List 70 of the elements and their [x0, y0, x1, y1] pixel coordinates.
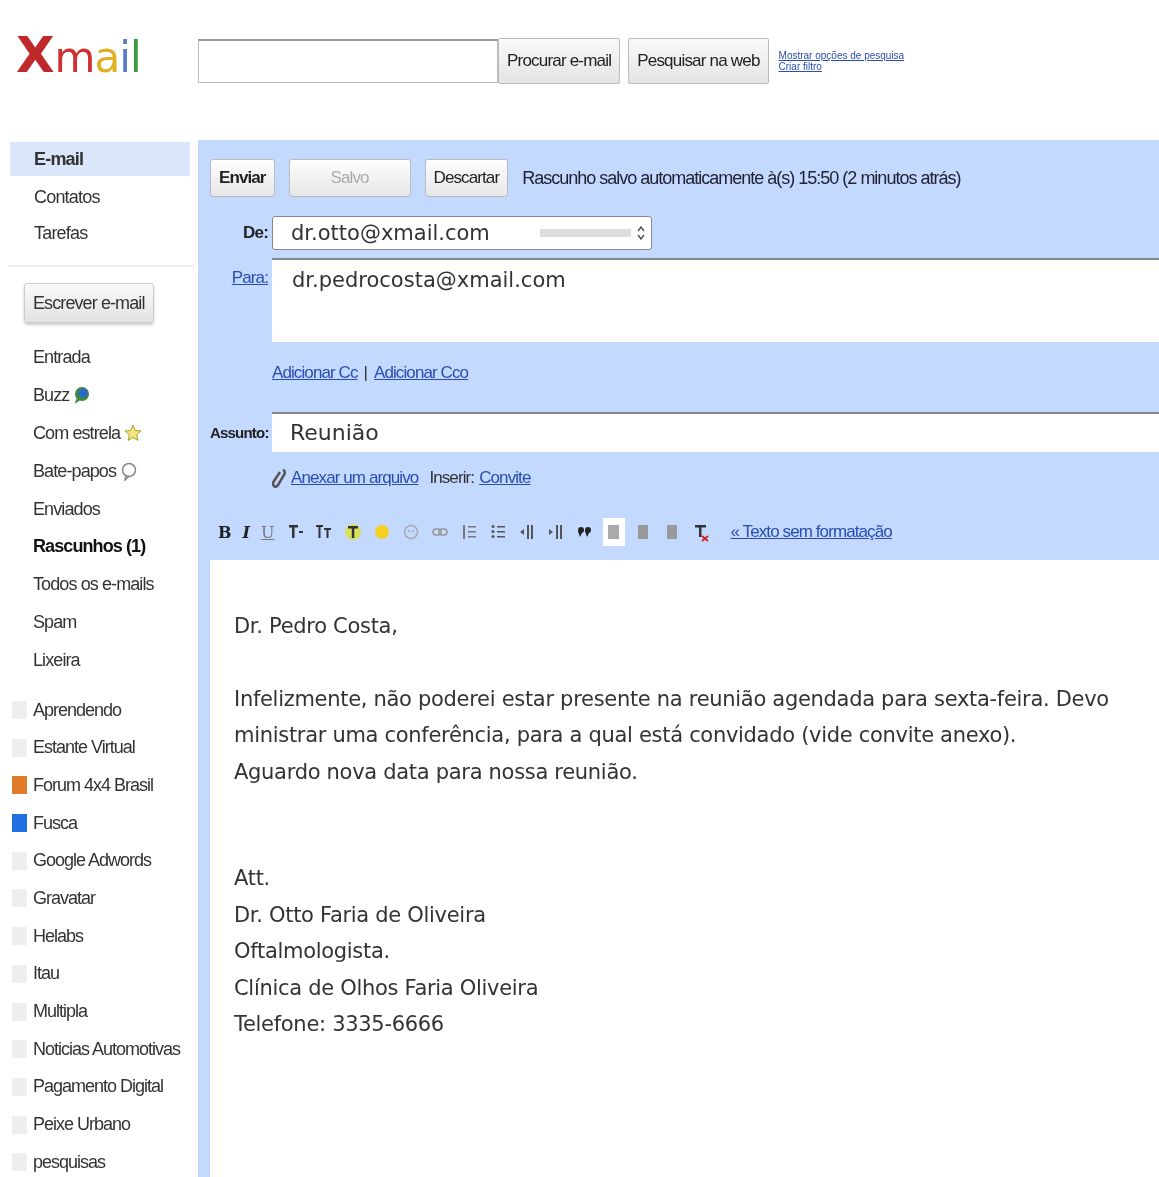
align-left-button[interactable]	[602, 518, 625, 546]
body-text-line: Clínica de Olhos Faria Oliveira	[234, 974, 540, 1002]
star-icon	[124, 424, 143, 443]
body-text-line: Oftalmologista.	[234, 938, 391, 965]
from-select[interactable]: dr.otto@xmail.com	[272, 216, 652, 250]
label-link[interactable]: Pagamento Digital	[33, 1076, 164, 1098]
separator: |	[363, 363, 368, 383]
attach-file-link[interactable]: Anexar um arquivo	[291, 468, 419, 488]
send-button[interactable]: Enviar	[210, 159, 275, 197]
to-field[interactable]: dr.pedrocosta@xmail.com	[272, 258, 1159, 342]
label-link[interactable]: Forum 4x4 Brasil	[33, 774, 154, 796]
label-link[interactable]: Itau	[33, 963, 60, 985]
indent-icon	[546, 522, 565, 542]
label-link[interactable]: Gravatar	[33, 887, 96, 909]
folder-link[interactable]: Rascunhos (1)	[33, 536, 146, 558]
to-link[interactable]: Para:	[210, 258, 268, 288]
text-color-icon	[343, 522, 362, 542]
smiley-icon	[401, 522, 420, 542]
search-field[interactable]	[198, 39, 498, 83]
search-button[interactable]: Pesquisar na web	[628, 38, 769, 84]
invite-link[interactable]: Convite	[479, 468, 531, 488]
plain-text-link[interactable]: « Texto sem formatação	[730, 522, 892, 542]
search-link[interactable]: Criar filtro	[778, 61, 905, 72]
field-label: De:	[242, 223, 268, 243]
italic-button[interactable]: I	[240, 518, 252, 546]
folder-link[interactable]: Com estrela	[33, 423, 121, 444]
add-bcc-link[interactable]: Adicionar Cco	[374, 363, 469, 383]
bold-button[interactable]: B	[216, 518, 234, 546]
body-text-line: Dr. Pedro Costa,	[234, 613, 399, 640]
buzz-icon	[73, 386, 92, 406]
label-link[interactable]: pesquisas	[33, 1151, 106, 1173]
body-text-line: Telefone: 3335-6666	[234, 1011, 445, 1038]
label-link[interactable]: Helabs	[33, 925, 84, 947]
nav-item[interactable]: E-mail	[10, 142, 190, 176]
nav-item[interactable]: Contatos	[10, 179, 190, 215]
subject-field[interactable]: Reunião	[272, 412, 1159, 452]
dropdown-arrows-icon	[637, 226, 645, 240]
compose-button[interactable]: Escrever e-mail	[24, 283, 154, 323]
body-text-line: Att.	[234, 865, 271, 892]
body-text-line: Dr. Otto Faria de Oliveira	[234, 901, 487, 929]
folder-link[interactable]: Spam	[33, 611, 77, 633]
insert-label: Inserir:	[429, 468, 475, 488]
highlight-icon	[372, 522, 391, 542]
folder-link[interactable]: Buzz	[33, 385, 70, 407]
label-link[interactable]: Google Adwords	[33, 850, 152, 872]
discard-button[interactable]: Descartar	[424, 159, 509, 197]
body-text-line: Aguardo nova data para nossa reunião.	[234, 758, 639, 786]
label-link[interactable]: Peixe Urbano	[33, 1114, 131, 1136]
body-text-line: ministrar uma conferência, para a qual está convidado (vide convite anexo).	[234, 722, 1018, 749]
nav-item[interactable]: Tarefas	[10, 215, 190, 251]
label-link[interactable]: Aprendendo	[33, 699, 122, 721]
label-link[interactable]: Fusca	[33, 812, 78, 834]
search-button[interactable]: Procurar e-mail	[498, 38, 621, 84]
body-text-line: Infelizmente, não poderei estar presente na reunião agendada para sexta-feira. Devo	[234, 685, 1110, 713]
chat-bubble-icon	[120, 461, 139, 481]
label-link[interactable]: Multipla	[33, 1001, 88, 1022]
folder-link[interactable]: Bate-papos	[33, 460, 117, 482]
add-cc-link[interactable]: Adicionar Cc	[272, 363, 358, 383]
draft-status: Rascunho salvo automaticamente à(s) 15:50 (2 minutos atrás)	[522, 167, 961, 189]
folder-link[interactable]: Enviados	[33, 498, 100, 520]
folder-link[interactable]: Lixeira	[33, 649, 80, 671]
folder-link[interactable]: Entrada	[33, 347, 90, 369]
label-link[interactable]: Estante Virtual	[33, 737, 135, 759]
logo: Xmail	[16, 26, 141, 84]
field-label: Assunto:	[210, 423, 268, 441]
paperclip-icon	[272, 468, 286, 488]
message-body[interactable]	[210, 560, 1159, 1177]
folder-link[interactable]: Todos os e-mails	[33, 574, 154, 596]
label-link[interactable]: Noticias Automotivas	[33, 1038, 181, 1060]
search-link[interactable]: Mostrar opções de pesquisa	[778, 50, 905, 61]
